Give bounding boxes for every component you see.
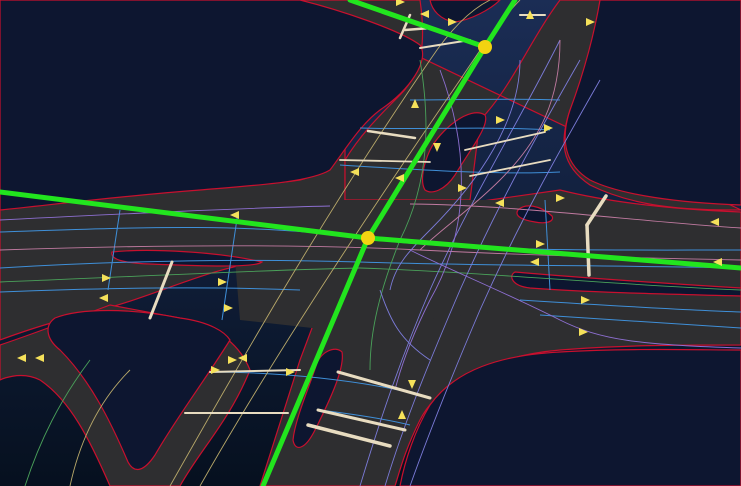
hd-map-canvas[interactable] [0, 0, 741, 486]
map-viewport[interactable] [0, 0, 741, 486]
junction-node[interactable] [478, 40, 492, 54]
stop-line [585, 223, 591, 277]
junction-node[interactable] [361, 231, 375, 245]
